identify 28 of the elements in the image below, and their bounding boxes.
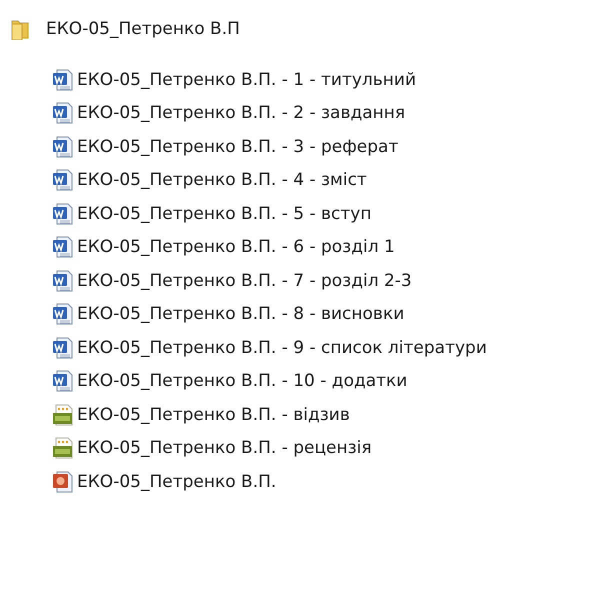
document-icon [52, 136, 74, 158]
presentation-icon [52, 470, 74, 493]
document-icon [52, 270, 74, 292]
file-name[interactable]: ЕКО-05_Петренко В.П. - рецензія [77, 438, 372, 458]
image-file-icon [52, 437, 74, 460]
document-icon [52, 236, 74, 258]
document-icon [52, 102, 74, 124]
file-name[interactable]: ЕКО-05_Петренко В.П. - відзив [77, 404, 350, 425]
file-name[interactable]: ЕКО-05_Петренко В.П. - 5 - вступ [77, 204, 372, 224]
file-name[interactable]: ЕКО-05_Петренко В.П. - 3 - реферат [77, 136, 398, 157]
folder-icon [10, 18, 30, 40]
file-name[interactable]: ЕКО-05_Петренко В.П. - 6 - розділ 1 [77, 237, 395, 258]
file-name[interactable]: ЕКО-05_Петренко В.П. - 8 - висновки [77, 304, 404, 324]
file-name[interactable]: ЕКО-05_Петренко В.П. - 1 - титульний [77, 70, 416, 90]
file-name[interactable]: ЕКО-05_Петренко В.П. - 7 - розділ 2-3 [77, 270, 412, 291]
file-name[interactable]: ЕКО-05_Петренко В.П. - 10 - додатки [77, 371, 408, 392]
document-icon [52, 202, 74, 225]
image-file-icon [52, 404, 74, 426]
document-icon [52, 68, 74, 91]
file-name[interactable]: ЕКО-05_Петренко В.П. - 2 - завдання [77, 103, 406, 124]
document-icon [52, 303, 74, 326]
file-name[interactable]: ЕКО-05_Петренко В.П. - 9 - список літератури [77, 338, 487, 358]
document-icon [52, 370, 74, 392]
folder-name[interactable]: ЕКО-05_Петренко В.П [46, 19, 240, 39]
document-icon [52, 169, 74, 192]
document-icon [52, 336, 74, 359]
file-name[interactable]: ЕКО-05_Петренко В.П. [77, 472, 276, 492]
file-name[interactable]: ЕКО-05_Петренко В.П. - 4 - зміст [77, 170, 367, 190]
